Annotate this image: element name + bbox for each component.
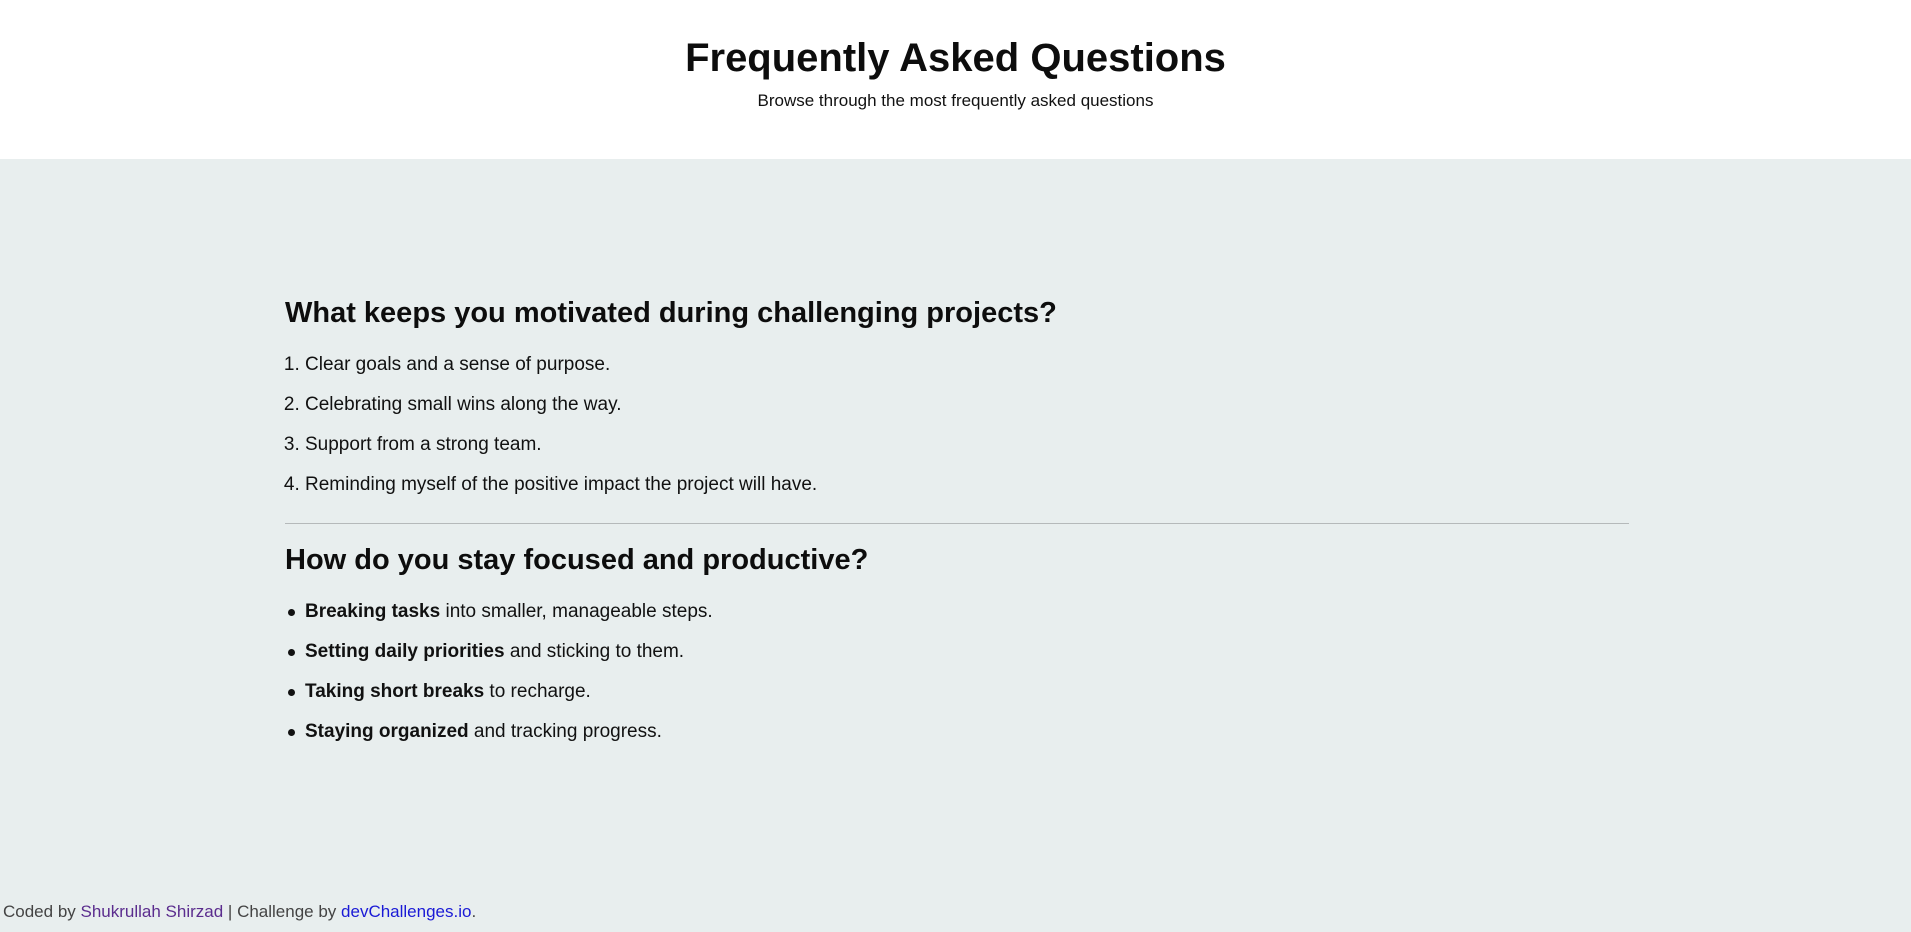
faq-question: What keeps you motivated during challeng… <box>285 297 1057 329</box>
faq-section-motivation: What keeps you motivated during challeng… <box>285 293 1629 505</box>
bullet-icon <box>288 729 295 736</box>
footer-middle: | Challenge by <box>223 902 342 921</box>
answer-emphasis: Setting daily priorities <box>305 641 505 662</box>
faq-question: How do you stay focused and productive? <box>285 544 869 576</box>
answer-text: to recharge. <box>484 681 591 702</box>
answer-emphasis: Staying organized <box>305 721 469 742</box>
page-header: Frequently Asked Questions Browse throug… <box>0 0 1911 159</box>
answer-emphasis: Taking short breaks <box>305 681 485 702</box>
answer-text: and sticking to them. <box>504 641 685 662</box>
page-subtitle: Browse through the most frequently asked… <box>757 91 1154 110</box>
list-item: Breaking tasks into smaller, manageable … <box>285 592 1629 632</box>
faq-answer-list: Clear goals and a sense of purpose. Cele… <box>285 345 1629 505</box>
faq-container: What keeps you motivated during challeng… <box>285 293 1629 752</box>
bullet-icon <box>288 649 295 656</box>
list-item: Taking short breaks to recharge. <box>285 672 1629 712</box>
devchallenges-link[interactable]: devChallenges.io <box>341 902 471 921</box>
section-divider <box>285 523 1629 524</box>
answer-emphasis: Breaking tasks <box>305 601 441 622</box>
page-title: Frequently Asked Questions <box>685 36 1226 80</box>
author-link[interactable]: Shukrullah Shirzad <box>81 902 224 921</box>
faq-section-focus: How do you stay focused and productive? … <box>285 540 1629 752</box>
faq-answer-list: Breaking tasks into smaller, manageable … <box>285 592 1629 752</box>
list-item: Staying organized and tracking progress. <box>285 712 1629 752</box>
list-item: Clear goals and a sense of purpose. <box>305 345 1629 385</box>
bullet-icon <box>288 689 295 696</box>
footer-suffix: . <box>471 902 477 921</box>
answer-text: into smaller, manageable steps. <box>440 601 713 622</box>
list-item: Celebrating small wins along the way. <box>305 385 1629 425</box>
page-footer: Coded by Shukrullah Shirzad | Challenge … <box>3 900 476 924</box>
answer-text: and tracking progress. <box>468 721 662 742</box>
footer-prefix: Coded by <box>3 902 81 921</box>
bullet-icon <box>288 609 295 616</box>
list-item: Setting daily priorities and sticking to… <box>285 632 1629 672</box>
list-item: Support from a strong team. <box>305 425 1629 465</box>
list-item: Reminding myself of the positive impact … <box>305 465 1629 505</box>
